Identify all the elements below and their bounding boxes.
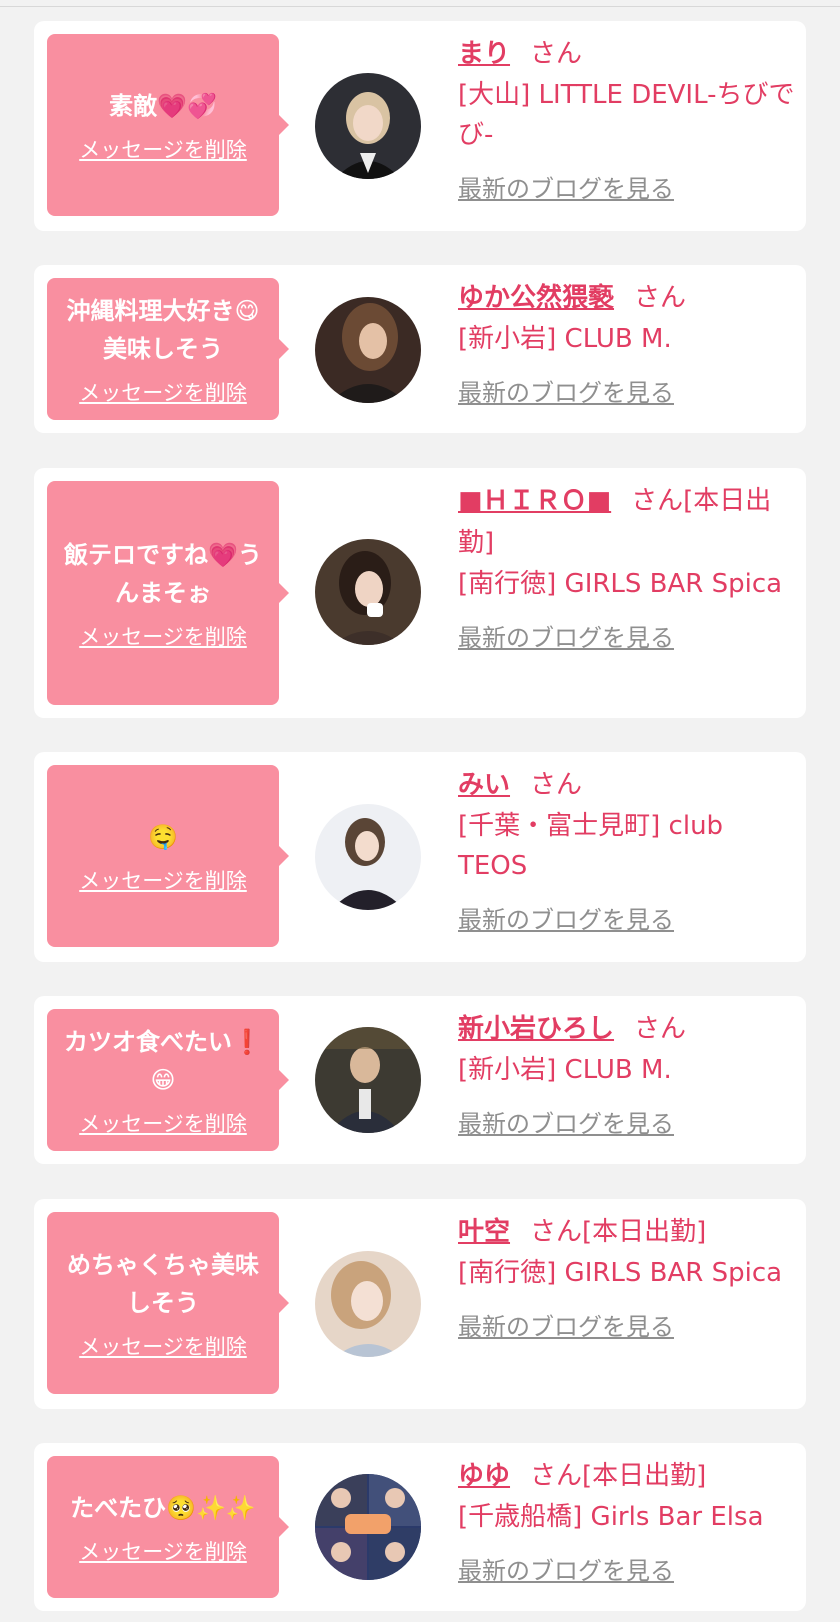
message-text: 飯テロですね💗う んまそぉ xyxy=(64,541,262,607)
name-line: みい さん xyxy=(458,764,798,806)
delete-message-link[interactable]: メッセージを削除 xyxy=(79,1539,247,1565)
latest-blog-link[interactable]: 最新のブログを見る xyxy=(458,1551,674,1586)
avatar-icon xyxy=(315,73,421,179)
avatar[interactable] xyxy=(315,1027,421,1133)
message-card: カツオ食べたい❗️ 😁 メッセージを削除 新小岩ひろし さん [新小岩] CLUB… xyxy=(34,996,806,1164)
user-name-link[interactable]: まり xyxy=(458,39,510,69)
message-text: カツオ食べたい❗️ 😁 xyxy=(64,1028,262,1094)
top-divider xyxy=(0,6,840,7)
honorific: さん xyxy=(634,283,687,313)
shop-name: [新小岩] CLUB M. xyxy=(458,1055,672,1085)
honorific: さん xyxy=(530,770,583,800)
message-text: 沖縄料理大好き😋 美味しそう xyxy=(66,297,260,363)
name-line: ゆゆ さん[本日出勤] xyxy=(458,1455,798,1497)
message-card: 飯テロですね💗う んまそぉ メッセージを削除 ■ＨＩＲＯ■ さん[本日出勤] [南… xyxy=(34,468,806,718)
shop-name: [大山] LITTLE DEVIL-ちびでび- xyxy=(458,80,795,150)
user-info: みい さん [千葉・富士見町] club TEOS 最新のブログを見る xyxy=(458,764,798,935)
message-bubble: 飯テロですね💗う んまそぉ メッセージを削除 xyxy=(47,481,289,705)
latest-blog-link[interactable]: 最新のブログを見る xyxy=(458,373,674,408)
message-text: たべたひ🥺✨✨ xyxy=(70,1494,256,1522)
avatar-icon xyxy=(315,804,421,910)
message-card: 沖縄料理大好き😋 美味しそう メッセージを削除 ゆか公然猥褻 さん [新小岩] C… xyxy=(34,265,806,433)
shop-name: [新小岩] CLUB M. xyxy=(458,324,672,354)
avatar[interactable] xyxy=(315,804,421,910)
delete-message-link[interactable]: メッセージを削除 xyxy=(79,1111,247,1137)
user-info: ■ＨＩＲＯ■ さん[本日出勤] [南行徳] GIRLS BAR Spica 最新の… xyxy=(458,480,798,653)
user-name-link[interactable]: ゆか公然猥褻 xyxy=(458,283,614,313)
message-bubble: 素敵💗💞 メッセージを削除 xyxy=(47,34,289,216)
message-card: 🤤 メッセージを削除 みい さん [千葉・富士見町] club TEOS 最新のブ… xyxy=(34,752,806,962)
shop-name: [千葉・富士見町] club TEOS xyxy=(458,811,724,881)
delete-message-link[interactable]: メッセージを削除 xyxy=(79,1334,247,1360)
delete-message-link[interactable]: メッセージを削除 xyxy=(79,624,247,650)
message-bubble: カツオ食べたい❗️ 😁 メッセージを削除 xyxy=(47,1009,289,1151)
honorific: さん xyxy=(634,1014,687,1044)
honorific: さん xyxy=(530,39,583,69)
message-card: めちゃくちゃ美味 しそう メッセージを削除 叶空 さん[本日出勤] [南行徳] G… xyxy=(34,1199,806,1409)
avatar[interactable] xyxy=(315,1251,421,1357)
user-info: まり さん [大山] LITTLE DEVIL-ちびでび- 最新のブログを見る xyxy=(458,33,798,204)
shop-name: [南行徳] GIRLS BAR Spica xyxy=(458,1258,783,1288)
message-bubble: めちゃくちゃ美味 しそう メッセージを削除 xyxy=(47,1212,289,1394)
name-line: 叶空 さん[本日出勤] xyxy=(458,1211,798,1253)
delete-message-link[interactable]: メッセージを削除 xyxy=(79,137,247,163)
user-info: ゆゆ さん[本日出勤] [千歳船橋] Girls Bar Elsa 最新のブログを… xyxy=(458,1455,798,1586)
user-name-link[interactable]: 新小岩ひろし xyxy=(458,1014,614,1044)
latest-blog-link[interactable]: 最新のブログを見る xyxy=(458,900,674,935)
honorific: さん[本日出勤] xyxy=(530,1217,707,1247)
avatar-icon xyxy=(315,539,421,645)
message-card: たべたひ🥺✨✨ メッセージを削除 ゆゆ さん[本日出勤] [千歳船橋] Girls… xyxy=(34,1443,806,1611)
shop-name: [千歳船橋] Girls Bar Elsa xyxy=(458,1502,764,1532)
message-bubble: 沖縄料理大好き😋 美味しそう メッセージを削除 xyxy=(47,278,289,420)
delete-message-link[interactable]: メッセージを削除 xyxy=(79,380,247,406)
shop-name: [南行徳] GIRLS BAR Spica xyxy=(458,569,783,599)
user-name-link[interactable]: 叶空 xyxy=(458,1217,510,1247)
user-info: ゆか公然猥褻 さん [新小岩] CLUB M. 最新のブログを見る xyxy=(458,277,798,408)
delete-message-link[interactable]: メッセージを削除 xyxy=(79,868,247,894)
name-line: ゆか公然猥褻 さん xyxy=(458,277,798,319)
avatar-icon xyxy=(315,1474,421,1580)
honorific: さん[本日出勤] xyxy=(530,1461,707,1491)
message-text: 🤤 xyxy=(148,823,178,851)
latest-blog-link[interactable]: 最新のブログを見る xyxy=(458,169,674,204)
user-name-link[interactable]: ゆゆ xyxy=(458,1461,510,1491)
name-line: まり さん xyxy=(458,33,798,75)
avatar-icon xyxy=(315,297,421,403)
user-info: 新小岩ひろし さん [新小岩] CLUB M. 最新のブログを見る xyxy=(458,1008,798,1139)
user-info: 叶空 さん[本日出勤] [南行徳] GIRLS BAR Spica 最新のブログを… xyxy=(458,1211,798,1342)
avatar[interactable] xyxy=(315,1474,421,1580)
user-name-link[interactable]: みい xyxy=(458,770,510,800)
latest-blog-link[interactable]: 最新のブログを見る xyxy=(458,1307,674,1342)
message-text: 素敵💗💞 xyxy=(109,92,217,120)
avatar-icon xyxy=(315,1251,421,1357)
latest-blog-link[interactable]: 最新のブログを見る xyxy=(458,1104,674,1139)
name-line: ■ＨＩＲＯ■ さん[本日出勤] xyxy=(458,480,798,564)
avatar[interactable] xyxy=(315,297,421,403)
name-line: 新小岩ひろし さん xyxy=(458,1008,798,1050)
message-bubble: 🤤 メッセージを削除 xyxy=(47,765,289,947)
message-bubble: たべたひ🥺✨✨ メッセージを削除 xyxy=(47,1456,289,1598)
message-text: めちゃくちゃ美味 しそう xyxy=(67,1251,259,1317)
avatar[interactable] xyxy=(315,539,421,645)
avatar-icon xyxy=(315,1027,421,1133)
latest-blog-link[interactable]: 最新のブログを見る xyxy=(458,618,674,653)
avatar[interactable] xyxy=(315,73,421,179)
message-card: 素敵💗💞 メッセージを削除 まり さん [大山] LITTLE DEVIL-ちびで… xyxy=(34,21,806,231)
user-name-link[interactable]: ■ＨＩＲＯ■ xyxy=(458,486,611,516)
